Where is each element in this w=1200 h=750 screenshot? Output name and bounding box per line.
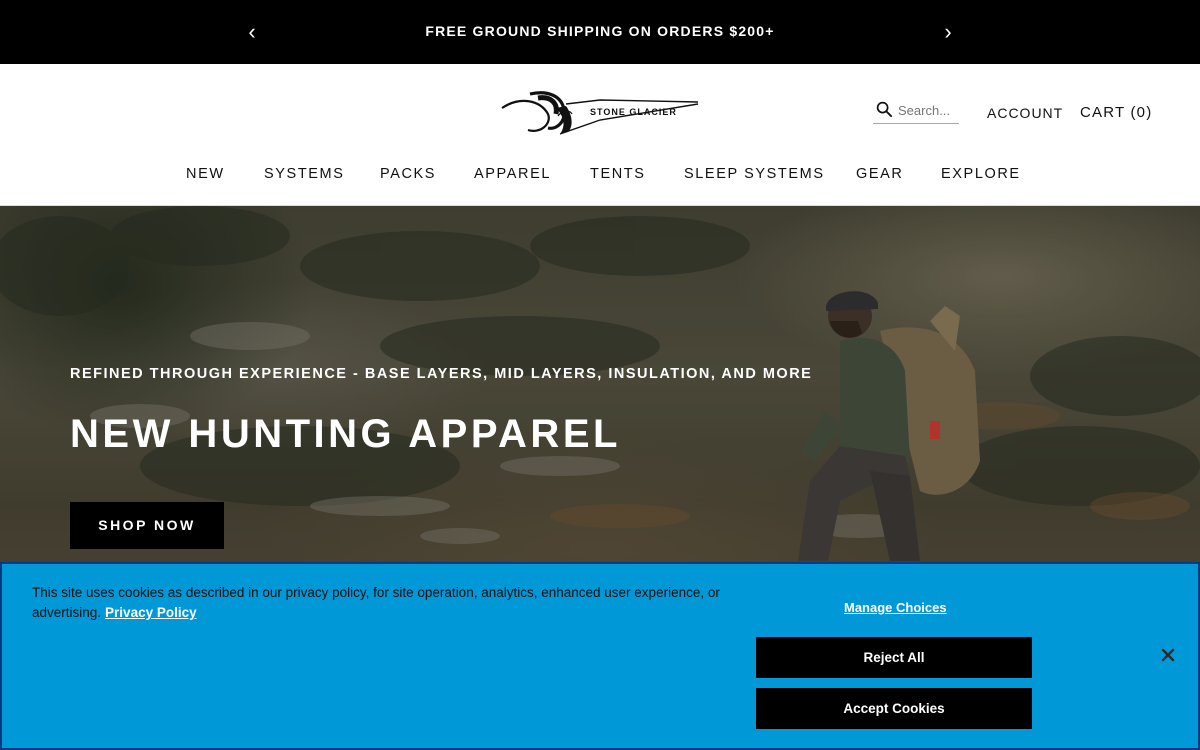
announcement-next-arrow[interactable]: › — [938, 20, 958, 46]
nav-item-apparel[interactable]: APPAREL — [474, 166, 551, 182]
nav-item-new[interactable]: NEW — [186, 166, 225, 182]
nav-item-tents[interactable]: TENTS — [590, 166, 646, 182]
nav-item-gear[interactable]: GEAR — [856, 166, 904, 182]
site-logo[interactable]: STONE GLACIER — [500, 90, 700, 138]
shop-now-button[interactable]: SHOP NOW — [70, 502, 224, 549]
announcement-bar: ‹ FREE GROUND SHIPPING ON ORDERS $200+ › — [0, 0, 1200, 64]
close-icon[interactable] — [1157, 644, 1179, 666]
privacy-policy-link[interactable]: Privacy Policy — [105, 605, 197, 620]
search-box[interactable] — [873, 97, 959, 124]
hero-title: NEW HUNTING APPAREL — [70, 412, 621, 456]
site-header: STONE GLACIER ACCOUNT CART (0) NEW SYSTE… — [0, 64, 1200, 206]
search-icon[interactable] — [876, 101, 893, 118]
nav-item-packs[interactable]: PACKS — [380, 166, 436, 182]
logo-wordmark: STONE GLACIER — [590, 107, 677, 117]
reject-all-button[interactable]: Reject All — [756, 637, 1032, 678]
cookie-banner: This site uses cookies as described in o… — [0, 562, 1200, 750]
accept-cookies-button[interactable]: Accept Cookies — [756, 688, 1032, 729]
account-link[interactable]: ACCOUNT — [987, 105, 1063, 121]
hiker-image — [798, 291, 980, 561]
cart-link[interactable]: CART (0) — [1080, 104, 1152, 121]
nav-item-systems[interactable]: SYSTEMS — [264, 166, 345, 182]
hero-subtitle: REFINED THROUGH EXPERIENCE - BASE LAYERS… — [70, 366, 813, 382]
manage-choices-link[interactable]: Manage Choices — [844, 600, 947, 615]
nav-item-sleep-systems[interactable]: SLEEP SYSTEMS — [684, 166, 825, 182]
nav-item-explore[interactable]: EXPLORE — [941, 166, 1021, 182]
announcement-message: FREE GROUND SHIPPING ON ORDERS $200+ — [425, 23, 775, 39]
search-input[interactable] — [898, 100, 958, 120]
main-nav: NEW SYSTEMS PACKS APPAREL TENTS SLEEP SY… — [0, 164, 1200, 188]
cookie-text-block: This site uses cookies as described in o… — [32, 583, 722, 623]
